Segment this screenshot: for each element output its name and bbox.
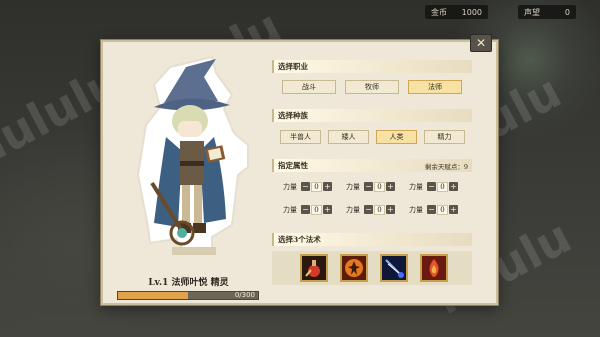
remaining-points: 剩余天赋点：9 [424,163,468,171]
fame-display: 声望 0 [518,5,576,19]
race-option-elf[interactable]: 精力 [424,130,465,144]
fame-label: 声望 [524,7,540,17]
fame-value: 0 [564,7,570,17]
class-section-header: 选择职业 [272,60,472,73]
class-option-mage[interactable]: 法师 [408,80,462,94]
close-button[interactable]: ✕ [470,34,492,52]
stat-value: 0 [374,181,385,192]
class-option-priest[interactable]: 牧师 [345,80,399,94]
flame-spell-icon[interactable] [420,254,448,282]
lightning-arrow-spell-icon[interactable] [380,254,408,282]
stat-value: 0 [374,204,385,215]
increase-button[interactable]: + [386,205,395,214]
stat-label: 力量 [283,205,297,214]
character-portrait [120,55,260,260]
stat-row: 力量 − 0 + [409,203,458,216]
attribute-section-title: 指定属性 [278,161,308,170]
race-option-human[interactable]: 人类 [376,130,417,144]
decrease-button[interactable]: − [364,205,373,214]
race-section-title: 选择种族 [278,111,308,120]
stat-row: 力量 − 0 + [283,203,332,216]
decrease-button[interactable]: − [301,182,310,191]
wizard-illustration [136,55,249,255]
gold-display: 金币 1000 [425,5,488,19]
increase-button[interactable]: + [323,182,332,191]
stat-value: 0 [311,204,322,215]
stat-value: 0 [311,181,322,192]
decrease-button[interactable]: − [364,182,373,191]
decrease-button[interactable]: − [427,182,436,191]
stat-label: 力量 [409,182,423,191]
spell-list [272,251,472,285]
stat-label: 力量 [346,205,360,214]
experience-fill [118,292,188,299]
spell-section-header: 选择3个法术 [272,233,472,246]
stat-value: 0 [437,181,448,192]
decrease-button[interactable]: − [427,205,436,214]
spell-section-title: 选择3个法术 [278,235,321,244]
increase-button[interactable]: + [449,182,458,191]
class-section-title: 选择职业 [278,62,308,71]
increase-button[interactable]: + [386,182,395,191]
character-name-level: Lv.1 法师叶悦 精灵 [148,278,229,288]
fire-warrior-spell-icon[interactable] [340,254,368,282]
attribute-section-header: 指定属性 剩余天赋点：9 [272,159,472,172]
stat-row: 力量 − 0 + [346,180,395,193]
close-icon: ✕ [475,36,487,50]
race-option-dwarf[interactable]: 矮人 [328,130,369,144]
increase-button[interactable]: + [449,205,458,214]
class-option-warrior[interactable]: 战斗 [282,80,336,94]
race-option-orc[interactable]: 半兽人 [280,130,321,144]
stat-label: 力量 [346,182,360,191]
stat-row: 力量 − 0 + [283,180,332,193]
gold-label: 金币 [431,7,447,17]
stat-row: 力量 − 0 + [346,203,395,216]
potion-spell-icon[interactable] [300,254,328,282]
gold-value: 1000 [461,7,482,17]
race-section-header: 选择种族 [272,109,472,122]
stat-label: 力量 [409,205,423,214]
stat-label: 力量 [283,182,297,191]
experience-text: 0/300 [234,291,255,299]
decrease-button[interactable]: − [301,205,310,214]
stat-row: 力量 − 0 + [409,180,458,193]
increase-button[interactable]: + [323,205,332,214]
stat-value: 0 [437,204,448,215]
experience-bar: 0/300 [117,291,259,300]
